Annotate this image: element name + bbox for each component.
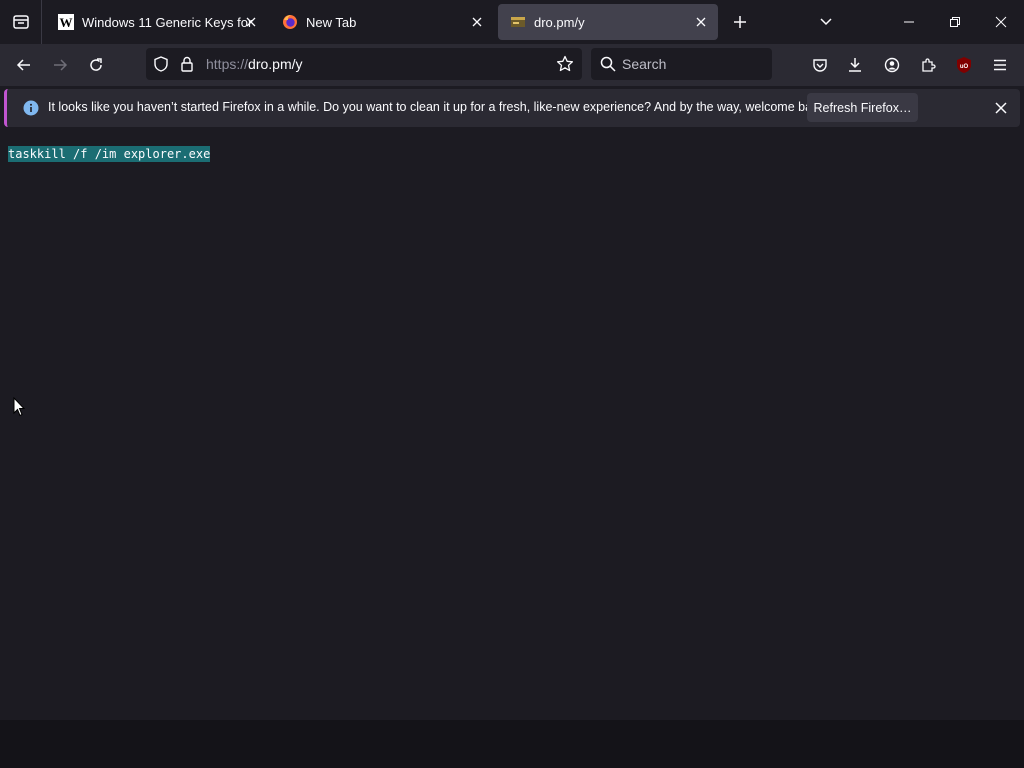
pocket-button[interactable] bbox=[805, 50, 835, 80]
reload-icon bbox=[90, 58, 102, 71]
ublock-origin-button[interactable]: uO bbox=[949, 50, 979, 80]
search-icon bbox=[600, 56, 616, 72]
arrow-right-icon bbox=[54, 59, 68, 71]
tab-bar: W Windows 11 Generic Keys for A New Tab … bbox=[0, 0, 1024, 44]
close-icon bbox=[995, 16, 1007, 28]
svg-text:W: W bbox=[60, 15, 73, 30]
refresh-firefox-notification: It looks like you haven’t started Firefo… bbox=[4, 89, 1020, 127]
tab-new-tab[interactable]: New Tab bbox=[270, 4, 494, 40]
bottom-area bbox=[0, 720, 1024, 768]
account-icon bbox=[884, 57, 900, 73]
url-host: dro.pm/y bbox=[248, 56, 303, 72]
chevron-down-icon bbox=[820, 18, 832, 26]
firefox-view-button[interactable] bbox=[0, 0, 42, 44]
new-tab-button[interactable] bbox=[717, 0, 763, 44]
firefox-icon bbox=[283, 15, 297, 29]
extensions-button[interactable] bbox=[913, 50, 943, 80]
info-icon bbox=[23, 100, 39, 116]
code-text[interactable]: taskkill /f /im explorer.exe bbox=[8, 146, 211, 162]
reload-button[interactable] bbox=[81, 50, 111, 80]
close-window-button[interactable] bbox=[978, 0, 1024, 44]
pocket-icon bbox=[813, 59, 827, 72]
restore-icon bbox=[950, 17, 960, 27]
tab-wikipedia[interactable]: W Windows 11 Generic Keys for A bbox=[46, 4, 268, 40]
firefox-view-icon bbox=[12, 15, 29, 29]
restore-button[interactable] bbox=[932, 0, 978, 44]
search-bar[interactable]: Search bbox=[591, 48, 772, 80]
ublock-origin-icon: uO bbox=[957, 57, 971, 73]
dropm-icon bbox=[511, 17, 525, 27]
tab-title: dro.pm/y bbox=[534, 14, 585, 30]
mouse-cursor-icon bbox=[13, 397, 25, 417]
account-button[interactable] bbox=[877, 50, 907, 80]
hamburger-menu-icon bbox=[994, 59, 1006, 71]
svg-text:uO: uO bbox=[960, 64, 969, 70]
tab-title: New Tab bbox=[306, 14, 357, 30]
puzzle-icon bbox=[922, 58, 936, 72]
wikipedia-w-icon: W bbox=[58, 14, 74, 30]
bookmark-star-icon[interactable] bbox=[556, 55, 574, 73]
app-menu-button[interactable] bbox=[985, 50, 1015, 80]
download-icon bbox=[849, 58, 861, 72]
refresh-firefox-button[interactable]: Refresh Firefox… bbox=[807, 93, 918, 122]
search-placeholder: Search bbox=[622, 56, 667, 72]
back-button[interactable] bbox=[9, 50, 39, 80]
tab-dropm[interactable]: dro.pm/y bbox=[498, 4, 718, 40]
url-bar[interactable]: https://dro.pm/y bbox=[146, 48, 582, 80]
url-scheme: https:// bbox=[206, 56, 249, 72]
minimize-icon bbox=[904, 21, 914, 23]
plus-icon bbox=[734, 16, 746, 28]
url-text[interactable]: https://dro.pm/y bbox=[206, 56, 303, 72]
notification-message: It looks like you haven’t started Firefo… bbox=[48, 100, 829, 114]
lock-icon[interactable] bbox=[180, 56, 194, 72]
downloads-button[interactable] bbox=[840, 50, 870, 80]
close-tab-icon[interactable] bbox=[468, 13, 486, 31]
close-tab-icon[interactable] bbox=[242, 13, 260, 31]
minimize-button[interactable] bbox=[886, 0, 932, 44]
tab-title: Windows 11 Generic Keys for A bbox=[82, 14, 252, 30]
list-all-tabs-button[interactable] bbox=[803, 0, 849, 44]
page-content: taskkill /f /im explorer.exe bbox=[0, 131, 1024, 720]
close-tab-icon[interactable] bbox=[692, 13, 710, 31]
arrow-left-icon bbox=[16, 59, 30, 71]
forward-button[interactable] bbox=[45, 50, 75, 80]
tracking-protection-shield-icon[interactable] bbox=[153, 56, 169, 72]
close-notification-icon[interactable] bbox=[995, 102, 1007, 114]
